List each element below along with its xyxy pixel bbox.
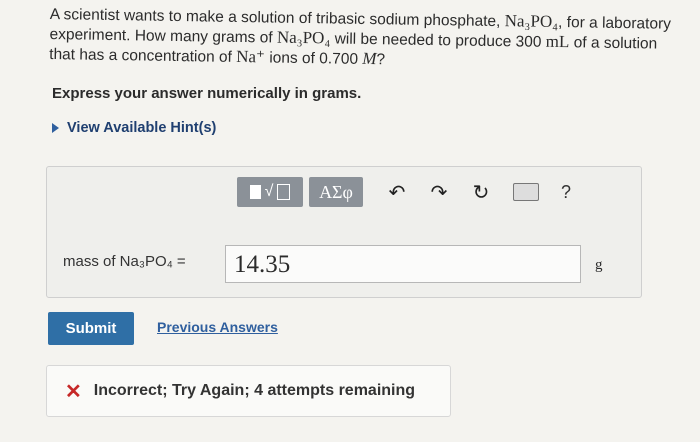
question-line-3-mid: ions of 0.700 [264, 49, 363, 68]
feedback-box: ✕ Incorrect; Try Again; 4 attempts remai… [46, 365, 451, 417]
square-outline-icon [277, 184, 291, 200]
instruction: Express your answer numerically in grams… [52, 85, 362, 102]
question-line-3: that has a concentration of [49, 45, 237, 66]
question-mark: ? [376, 51, 386, 69]
math-toolbar: √ ΑΣφ ↶ ↷ ↻ ? [237, 177, 571, 207]
question-line-2-mid: will be needed to produce 300 [330, 30, 546, 51]
reset-icon[interactable]: ↻ [467, 177, 495, 207]
volume-unit: mL [545, 31, 570, 52]
molarity-unit: M [362, 48, 377, 69]
view-hints-link[interactable]: View Available Hint(s) [52, 120, 216, 136]
x-icon: ✕ [65, 380, 82, 403]
answer-unit: g [595, 257, 603, 273]
keyboard-icon[interactable] [513, 183, 539, 201]
feedback-text: Incorrect; Try Again; 4 attempts remaini… [93, 382, 416, 399]
question-line-2: experiment. How many grams of [49, 25, 278, 47]
answer-panel: √ ΑΣφ ↶ ↷ ↻ ? mass of Na₃PO₄ = 14.35 g [46, 166, 642, 298]
submit-button[interactable]: Submit [48, 312, 134, 345]
templates-button[interactable]: √ [237, 177, 303, 207]
help-icon[interactable]: ? [561, 182, 571, 203]
previous-answers-link[interactable]: Previous Answers [157, 319, 278, 335]
question-line-1-end: , for a laboratory [557, 13, 672, 33]
formula: Na₃PO₄ [276, 27, 331, 48]
greek-symbols-button[interactable]: ΑΣφ [309, 177, 363, 207]
ion: Na⁺ [236, 46, 266, 67]
formula: Na₃PO₄ [504, 11, 559, 31]
answer-input[interactable]: 14.35 [225, 245, 581, 283]
square-icon [249, 185, 261, 199]
question-line-2-end: of a solution [569, 34, 658, 53]
triangle-right-icon [52, 123, 59, 133]
answer-label: mass of Na₃PO₄ = [63, 253, 186, 270]
question-text: A scientist wants to make a solution of … [49, 4, 690, 74]
radical-icon: √ [264, 183, 274, 200]
hint-label: View Available Hint(s) [67, 120, 217, 136]
undo-icon[interactable]: ↶ [383, 177, 411, 207]
redo-icon[interactable]: ↷ [425, 177, 453, 207]
